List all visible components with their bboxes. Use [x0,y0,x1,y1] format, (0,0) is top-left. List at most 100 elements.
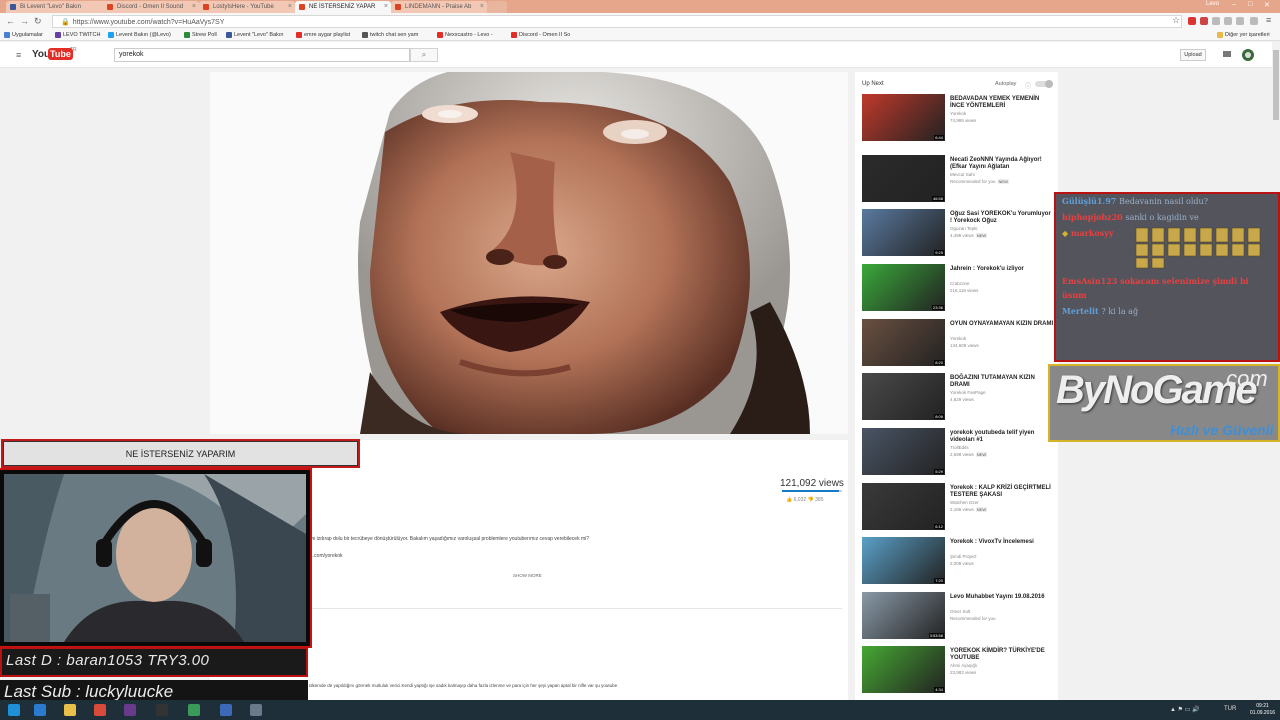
video-title[interactable]: Yorekok : VivoxTv İncelemesi [950,539,1054,546]
channel-name[interactable]: Şimdi Project [950,554,1054,559]
channel-name[interactable]: Oguzan Tepki [950,226,1054,231]
dislike-icon[interactable]: 👎 [808,497,814,503]
bookmark-star-icon[interactable]: ☆ [1172,15,1180,26]
up-next-video[interactable]: 5:29 yorekok youtubeda telif yiyen videol… [862,428,1054,476]
video-thumbnail[interactable]: 8:06 [862,373,945,420]
app-icon[interactable] [124,704,136,716]
video-title[interactable]: OYUN OYNAYAMAYAN KIZIN DRAMI [950,321,1054,328]
forward-icon[interactable]: → [20,16,29,26]
minimize-icon[interactable]: – [1232,1,1236,8]
video-player[interactable] [210,72,848,434]
like-icon[interactable]: 👍 [786,497,792,503]
video-title[interactable]: BOĞAZINI TUTAMAYAN KIZIN DRAMI [950,375,1054,389]
channel-name[interactable]: Ahmi Ayaşığlı [950,663,1054,668]
video-title[interactable]: YOREKOK KİMDİR? TÜRKİYE'DE YOUTUBE [950,648,1054,662]
up-next-video[interactable]: 23:36 Jahrein : Yorekok'u izliyor Crabzone… [862,264,1054,312]
channel-name[interactable]: Yorekok FanPage [950,390,1054,395]
browser-tab[interactable]: LostyIsHere - YouTube × [199,1,295,13]
video-thumbnail[interactable]: 46:58 [862,155,945,202]
channel-name[interactable]: Omer Sult [950,609,1054,614]
video-title[interactable]: Jahrein : Yorekok'u izliyor [950,266,1054,273]
video-thumbnail[interactable]: 23:36 [862,264,945,311]
app-icon[interactable] [250,704,262,716]
upload-button[interactable]: Upload [1180,49,1206,61]
bookmark-item[interactable]: Levent Bakın (@Levo) [108,32,171,38]
notifications-icon[interactable] [1222,49,1232,59]
up-next-video[interactable]: 7:20 Yorekok : VivoxTv İncelemesi Şimdi Pr… [862,537,1054,585]
extension-icon[interactable] [1188,17,1196,25]
up-next-video[interactable]: 8:20 OYUN OYNAYAMAYAN KIZIN DRAMI Yorekok 1… [862,319,1054,367]
channel-name[interactable]: TrollEdits [950,445,1054,450]
search-input[interactable]: yorekok [114,48,410,62]
video-title[interactable]: Levo Muhabbet Yayını 19.08.2016 [950,594,1054,601]
extension-icon[interactable] [1250,17,1258,25]
extension-icon[interactable] [1212,17,1220,25]
comment-input[interactable] [308,608,842,638]
new-tab-button[interactable] [487,1,507,13]
app-icon[interactable] [156,704,168,716]
browser-tab[interactable]: Discord - Omen II Sound × [103,1,199,13]
bookmark-item[interactable]: Nexxcastro - Levo - [437,32,493,38]
channel-name[interactable]: Mevcut Sahi [950,172,1054,177]
description-link[interactable]: ...com/yorekok [310,553,343,559]
video-thumbnail[interactable]: 6:12 [862,483,945,530]
maximize-icon[interactable]: □ [1248,1,1252,8]
bookmark-item[interactable]: Discord - Omen II So [511,32,570,38]
video-thumbnail[interactable]: 3:53:58 [862,592,945,639]
extension-icon[interactable] [1200,17,1208,25]
chrome-icon[interactable] [94,704,106,716]
bookmark-item[interactable]: Strew Poll [184,32,217,38]
reload-icon[interactable]: ↻ [34,16,42,27]
close-icon[interactable]: × [480,3,484,10]
close-icon[interactable]: × [192,3,196,10]
folder-icon[interactable] [64,704,76,716]
up-next-video[interactable]: 6:44 BEDAVADAN YEMEK YEMENİN İNCE YÖNTEML… [862,94,1054,142]
show-more-button[interactable]: SHOW MORE [513,573,542,578]
scrollbar-thumb[interactable] [1273,50,1279,120]
extension-icon[interactable] [1236,17,1244,25]
up-next-video[interactable]: 8:06 BOĞAZINI TUTAMAYAN KIZIN DRAMI Yoreko… [862,373,1054,421]
back-icon[interactable]: ← [6,16,15,26]
up-next-video[interactable]: 6:12 Yorekok : KALP KRİZİ GEÇİRTMELİ TEST… [862,483,1054,531]
language-indicator[interactable]: TUR [1224,706,1236,712]
video-title[interactable]: Necati ZeoNNN Yayında Ağlıyor! (Efkar Ya… [950,157,1054,171]
close-icon[interactable]: × [384,3,388,10]
browser-tab[interactable]: Bi Levent "Levo" Bakın × [6,1,116,13]
bookmark-apps[interactable]: Uygulamalar [4,32,43,38]
up-next-video[interactable]: 3:53:58 Levo Muhabbet Yayını 19.08.2016 Om… [862,592,1054,640]
extension-icon[interactable] [1224,17,1232,25]
url-field[interactable]: 🔒 https://www.youtube.com/watch?v=HuAaVys… [52,15,1182,28]
guide-menu-icon[interactable]: ≡ [16,50,21,60]
video-title[interactable]: Yorekok : KALP KRİZİ GEÇİRTMELİ TESTERE … [950,485,1054,499]
app-icon[interactable] [220,704,232,716]
autoplay-toggle[interactable] [1035,80,1053,88]
video-thumbnail[interactable]: 7:20 [862,537,945,584]
channel-name[interactable]: Yorekok [950,111,1054,116]
window-close-icon[interactable]: ✕ [1264,1,1270,9]
other-bookmarks[interactable]: Diğer yer işaretleri [1217,32,1270,38]
video-thumbnail[interactable]: 6:44 [862,94,945,141]
video-thumbnail[interactable]: 8:20 [862,319,945,366]
video-thumbnail[interactable]: 4:34 [862,646,945,693]
app-icon[interactable] [188,704,200,716]
youtube-logo[interactable]: You Tube TR [32,47,77,62]
info-icon[interactable]: ⓘ [1025,81,1031,90]
channel-name[interactable]: Crabzone [950,281,1054,286]
video-thumbnail[interactable]: 9:25 [862,209,945,256]
up-next-video[interactable]: 4:34 YOREKOK KİMDİR? TÜRKİYE'DE YOUTUBE Ah… [862,646,1054,694]
ie-icon[interactable] [34,704,46,716]
search-button[interactable]: ⌕ [410,48,438,62]
bookmark-item[interactable]: twitch chat sen yam [362,32,418,38]
menu-icon[interactable]: ≡ [1266,15,1271,25]
video-title[interactable]: BEDAVADAN YEMEK YEMENİN İNCE YÖNTEMLERİ [950,96,1054,110]
channel-name[interactable]: Yorekok [950,336,1054,341]
up-next-video[interactable]: 46:58 Necati ZeoNNN Yayında Ağlıyor! (Efk… [862,155,1054,203]
video-title[interactable]: yorekok youtubeda telif yiyen videoları … [950,430,1054,444]
bookmark-item[interactable]: Levent "Levo" Bakın [226,32,283,38]
avatar[interactable] [1242,49,1254,61]
bookmark-item[interactable]: emre aygar playlist [296,32,350,38]
video-thumbnail[interactable]: 5:29 [862,428,945,475]
browser-tab[interactable]: LINDEMANN - Praise Ab × [391,1,487,13]
channel-name[interactable]: Watchen Ozer [950,500,1054,505]
bookmark-item[interactable]: LEVO TWITCH [55,32,101,38]
